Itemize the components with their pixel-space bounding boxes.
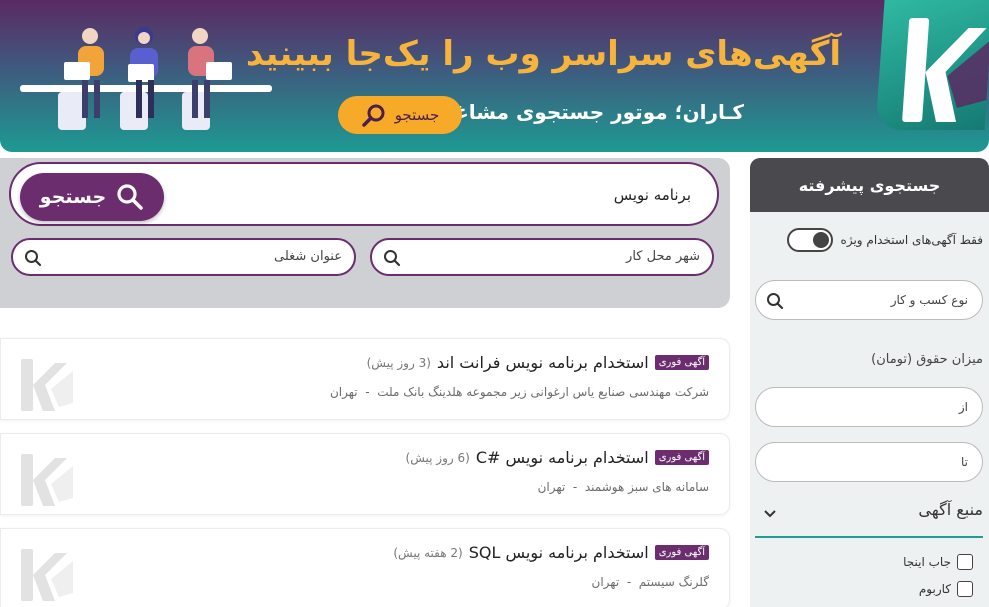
banner-search-button-label: جستجو	[394, 106, 440, 124]
job-meta: سامانه های سبز هوشمند - تهران	[538, 480, 709, 494]
people-illustration	[20, 27, 272, 130]
job-title-link[interactable]: استخدام برنامه نویس #C	[476, 448, 649, 467]
banner-subtitle: کـاران؛ موتور جستجوی مشاغل	[437, 100, 744, 124]
job-company: شرکت مهندسی صنایع یاس ارغوانی زیر مجموعه…	[377, 385, 709, 399]
job-city: تهران	[329, 385, 358, 399]
urgent-badge: آگهی فوری	[654, 355, 709, 370]
source-option-label: جاب اینجا	[903, 555, 951, 569]
job-listing-card[interactable]: آگهی فوری استخدام برنامه نویس #C (6 روز …	[0, 433, 730, 515]
search-icon	[361, 104, 385, 127]
city-search-input[interactable]: شهر محل کار	[370, 238, 714, 276]
search-icon	[767, 293, 784, 310]
hero-banner: آگهی‌های سراسر وب را یک‌جا ببینید کـاران…	[0, 0, 989, 152]
karan-logo-icon	[21, 549, 73, 601]
main-search-button[interactable]: جستجو	[20, 173, 164, 221]
urgent-badge: آگهی فوری	[654, 450, 709, 465]
job-listing-card[interactable]: آگهی فوری استخدام برنامه نویس فرانت اند …	[0, 338, 730, 420]
search-icon	[117, 184, 143, 210]
business-type-input[interactable]: نوع کسب و کار	[755, 280, 983, 320]
banner-search-button[interactable]: جستجو	[338, 96, 462, 134]
salary-to-input[interactable]: تا	[755, 442, 983, 482]
karan-logo-icon	[902, 18, 989, 122]
search-icon	[25, 250, 42, 267]
business-type-placeholder: نوع کسب و کار	[890, 293, 968, 307]
source-checkbox[interactable]	[957, 554, 973, 570]
advanced-search-sidebar: جستجوی پیشرفته فقط آگهی‌های استخدام ویژه…	[750, 158, 989, 607]
search-icon	[384, 250, 401, 267]
banner-title: آگهی‌های سراسر وب را یک‌جا ببینید	[245, 34, 841, 74]
main-search-button-label: جستجو	[39, 186, 107, 208]
urgent-badge: آگهی فوری	[654, 545, 709, 560]
source-option-karboom[interactable]: کاربوم	[919, 581, 973, 597]
source-checkbox[interactable]	[957, 581, 973, 597]
job-posted-age: (6 روز پیش)	[405, 450, 470, 465]
salary-label: میزان حقوق (تومان)	[871, 352, 983, 367]
salary-from-input[interactable]: از	[755, 387, 983, 427]
job-company: گلرنگ سیستم	[638, 575, 709, 589]
meta-separator: -	[626, 575, 632, 589]
job-posted-age: (3 روز پیش)	[366, 355, 431, 370]
section-divider	[755, 536, 983, 538]
source-option-jobinja[interactable]: جاب اینجا	[903, 554, 973, 570]
job-posted-age: (2 هفته پیش)	[393, 545, 463, 560]
search-panel: برنامه نویس جستجو شهر محل کار عنوان شغلی	[0, 158, 730, 308]
meta-separator: -	[365, 385, 370, 399]
featured-only-toggle[interactable]	[786, 228, 833, 252]
karan-logo[interactable]	[875, 0, 989, 130]
job-city: تهران	[591, 575, 620, 589]
toggle-knob	[812, 232, 829, 248]
job-meta: شرکت مهندسی صنایع یاس ارغوانی زیر مجموعه…	[330, 385, 709, 399]
job-title-link[interactable]: استخدام برنامه نویس فرانت اند	[437, 353, 649, 372]
job-title-link[interactable]: استخدام برنامه نویس SQL	[469, 543, 649, 562]
sidebar-header: جستجوی پیشرفته	[750, 158, 989, 212]
job-title-search-input[interactable]: عنوان شغلی	[11, 238, 356, 276]
salary-from-placeholder: از	[958, 400, 968, 414]
job-meta: گلرنگ سیستم - تهران	[592, 575, 709, 589]
chevron-down-icon	[764, 510, 776, 518]
source-option-label: کاربوم	[918, 582, 951, 596]
main-search-input[interactable]: برنامه نویس	[614, 186, 691, 204]
featured-only-toggle-row: فقط آگهی‌های استخدام ویژه	[786, 228, 983, 252]
city-search-placeholder: شهر محل کار	[626, 249, 700, 264]
karan-logo-icon	[21, 359, 73, 411]
featured-toggle-label: فقط آگهی‌های استخدام ویژه	[840, 233, 983, 247]
sidebar-title: جستجوی پیشرفته	[798, 175, 941, 195]
job-company: سامانه های سبز هوشمند	[584, 480, 709, 494]
main-search-box[interactable]: برنامه نویس جستجو	[9, 162, 719, 226]
salary-to-placeholder: تا	[961, 455, 968, 469]
job-listing-card[interactable]: آگهی فوری استخدام برنامه نویس SQL (2 هفت…	[0, 528, 730, 607]
meta-separator: -	[572, 480, 578, 494]
ad-source-section-header[interactable]: منبع آگهی	[755, 496, 983, 538]
job-city: تهران	[537, 480, 566, 494]
karan-logo-icon	[21, 454, 73, 506]
job-title-search-placeholder: عنوان شغلی	[274, 249, 342, 264]
ad-source-label: منبع آگهی	[918, 500, 983, 519]
